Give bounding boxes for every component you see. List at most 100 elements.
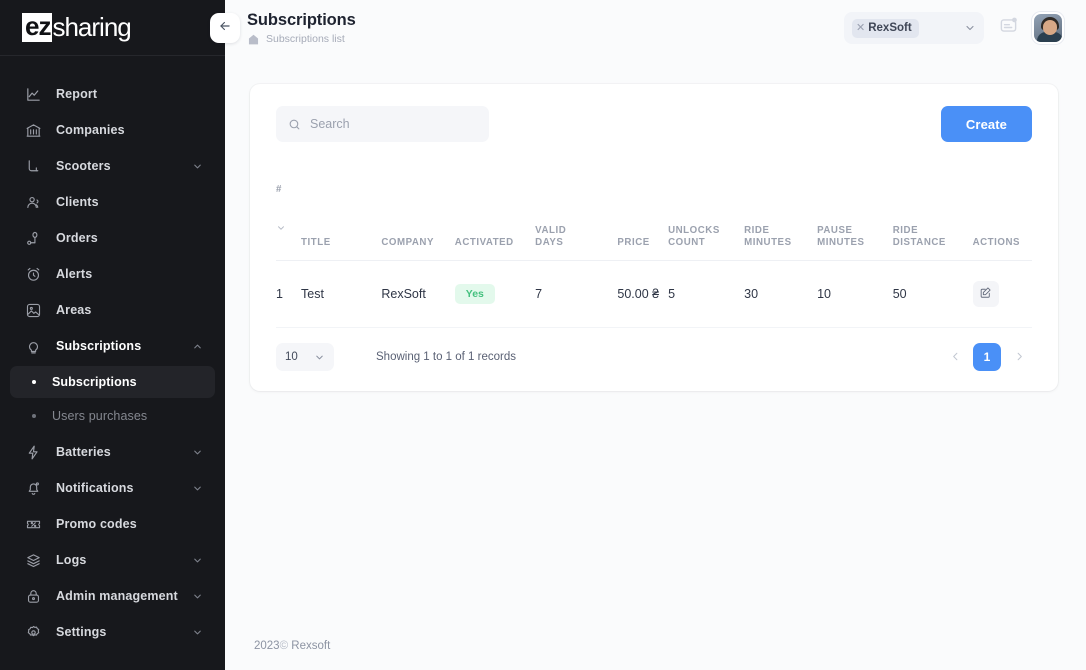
top-bar: Subscriptions Subscriptions list ✕ RexSo… [225,0,1086,56]
chevron-left-icon [950,350,961,365]
sidebar-item-label: Admin management [56,589,178,603]
cell-valid-days: 7 [535,260,618,329]
chevron-down-icon[interactable] [192,627,203,638]
card-footer: 10 Showing 1 to 1 of 1 records 1 [276,343,1032,372]
chevron-down-icon[interactable] [192,483,203,494]
sidebar-item-label: Report [56,87,98,101]
logo-word: sharing [52,11,131,42]
notifications-button[interactable] [994,14,1022,42]
sidebar-item-label: Clients [56,195,99,209]
page-size-value: 10 [285,351,298,364]
chevron-down-icon[interactable] [314,352,325,363]
table-header-unlocks[interactable]: UNLOCKS COUNT [668,172,745,262]
cell-unlocks-count: 5 [668,260,745,329]
gear-icon [23,622,43,642]
table-head: # TITLE COMPANY ACTIVATED VALID DAYS PRI… [276,172,1032,262]
sidebar-collapse-button[interactable] [210,13,240,43]
alarm-clock-icon [23,264,43,284]
table-header-ride-distance[interactable]: RIDE DISTANCE [892,172,973,262]
sidebar-item-admin-management[interactable]: Admin management [10,578,215,614]
search-icon [288,118,301,131]
cell-ride-minutes: 30 [744,260,818,329]
bullet-icon [32,414,36,418]
table-body: 1 Test RexSoft Yes 7 50.00 ₴ 5 30 10 50 [276,260,1032,329]
sidebar-item-alerts[interactable]: Alerts [10,256,215,292]
sidebar-item-label: Notifications [56,481,134,495]
page-heading: Subscriptions Subscriptions list [247,11,356,46]
pagination-next-button[interactable] [1006,344,1032,370]
app-root: ez sharing Report Companies Scooters Cli… [0,0,1086,670]
topbar-actions: ✕ RexSoft [844,12,1064,44]
logo-mark: ez [22,13,53,42]
pagination: 1 [942,343,1032,372]
image-area-icon [23,300,43,320]
cell-ride-distance: 50 [892,260,973,329]
company-chip[interactable]: ✕ RexSoft [852,18,919,38]
users-icon [23,192,43,212]
lightbulb-icon [23,336,43,356]
create-button[interactable]: Create [940,106,1032,142]
chevron-down-icon[interactable] [276,210,295,237]
avatar[interactable] [1032,12,1064,44]
chevron-down-icon[interactable] [192,161,203,172]
sidebar-item-clients[interactable]: Clients [10,184,215,220]
search-input[interactable] [310,117,477,131]
bank-icon [23,120,43,140]
sidebar-subitem-subscriptions[interactable]: Subscriptions [10,366,215,398]
bullet-icon [32,380,36,384]
sidebar-item-label: Promo codes [56,517,137,531]
table-header-company[interactable]: COMPANY [381,172,455,262]
records-summary: Showing 1 to 1 of 1 records [376,351,516,364]
sidebar-item-logs[interactable]: Logs [10,542,215,578]
sidebar-item-areas[interactable]: Areas [10,292,215,328]
bolt-icon [23,442,43,462]
sidebar-item-orders[interactable]: Orders [10,220,215,256]
table-header-title[interactable]: TITLE [301,172,382,262]
footer-copyright: 2023© Rexsoft [254,640,330,652]
sidebar-item-settings[interactable]: Settings [10,614,215,650]
pagination-prev-button[interactable] [942,344,968,370]
map-pin-icon [23,228,43,248]
footer-company: Rexsoft [291,640,331,652]
table-header-price[interactable]: PRICE [617,172,669,262]
cell-activated: Yes [454,260,536,329]
page-size-select[interactable]: 10 [276,343,334,372]
sidebar-item-scooters[interactable]: Scooters [10,148,215,184]
subscriptions-card: Create # TITLE COMPANY [250,84,1058,392]
edit-icon [979,286,992,302]
sidebar-item-batteries[interactable]: Batteries [10,434,215,470]
table-row[interactable]: 1 Test RexSoft Yes 7 50.00 ₴ 5 30 10 50 [276,260,1032,329]
sidebar-item-promo-codes[interactable]: Promo codes [10,506,215,542]
table-header-pause-minutes[interactable]: PAUSE MINUTES [817,172,893,262]
sidebar-item-label: Orders [56,231,98,245]
sidebar-item-notifications[interactable]: Notifications [10,470,215,506]
chevron-down-icon[interactable] [944,22,976,34]
chevron-down-icon[interactable] [192,447,203,458]
sidebar-logo[interactable]: ez sharing [0,0,225,56]
chevron-up-icon[interactable] [192,341,203,352]
sidebar-item-companies[interactable]: Companies [10,112,215,148]
sidebar-item-label: Settings [56,625,107,639]
lock-icon [23,586,43,606]
company-select[interactable]: ✕ RexSoft [844,12,984,44]
table-header-ride-minutes[interactable]: RIDE MINUTES [744,172,818,262]
close-icon[interactable]: ✕ [856,22,865,34]
sidebar-item-label: Areas [56,303,92,317]
page-footer: 2023© Rexsoft [225,640,1086,670]
sidebar-item-label: Subscriptions [56,339,142,353]
table-header-actions: ACTIONS [972,172,1032,262]
home-icon[interactable] [247,33,260,46]
sidebar-item-report[interactable]: Report [10,76,215,112]
chevron-down-icon[interactable] [192,555,203,566]
table-header-number[interactable]: # [276,172,302,262]
chevron-down-icon[interactable] [192,591,203,602]
sidebar-subitem-users-purchases[interactable]: Users purchases [10,400,215,432]
search-box[interactable] [276,106,489,142]
sidebar-item-label: Scooters [56,159,111,173]
pagination-page-1[interactable]: 1 [973,343,1001,372]
sidebar-item-subscriptions[interactable]: Subscriptions [10,328,215,364]
breadcrumb: Subscriptions list [247,33,356,46]
table-header-valid-days[interactable]: VALID DAYS [535,172,618,262]
table-header-activated[interactable]: ACTIVATED [454,172,536,262]
edit-button[interactable] [972,281,999,308]
